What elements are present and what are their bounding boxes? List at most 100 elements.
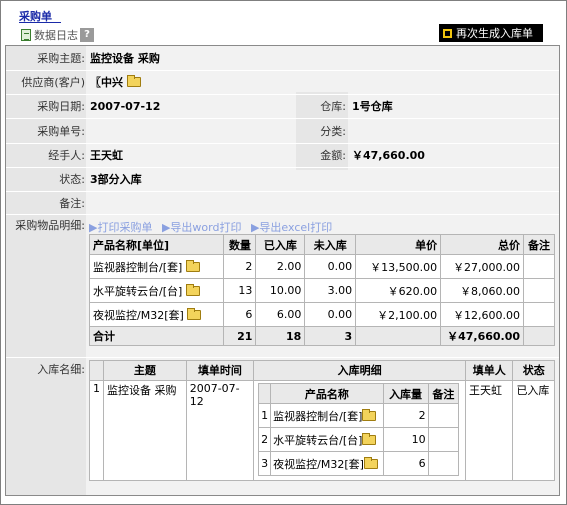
col-product: 产品名称[单位] [88, 234, 225, 255]
items-header-row: 产品名称[单位] 数量 已入库 未入库 单价 总价 备注 [88, 234, 555, 255]
regenerate-label[interactable]: 再次生成入库单 [456, 25, 533, 41]
data-log-label[interactable]: 数据日志 [34, 27, 78, 43]
print-order-link[interactable]: ▶打印采购单 [89, 221, 152, 234]
qty-cell: 6 [223, 302, 257, 327]
table-row: 监视器控制台/[套] 2 2.00 0.00 ￥13,500.00 ￥27,00… [88, 254, 555, 279]
supplier-label: 供应商(客户) [21, 76, 85, 89]
col-status: 状态 [512, 360, 555, 381]
row-divider [6, 94, 559, 95]
storage-table: 主题 填单时间 入库明细 填单人 状态 1 监控设备 采购 2007-07-12… [89, 360, 555, 481]
total-pending: 3 [304, 326, 357, 346]
product-cell[interactable]: 水平旋转云台/[台] [88, 278, 225, 303]
product-name[interactable]: 监视器控制台/[套] [93, 261, 182, 274]
supplier-value[interactable]: 〖中兴 [90, 75, 141, 90]
regenerate-stock-in-button[interactable]: 再次生成入库单 [439, 24, 543, 42]
col-subject: 主题 [103, 360, 187, 381]
remark-label: 备注: [59, 197, 85, 210]
amount-value: ￥47,660.00 [352, 149, 425, 162]
col-filler: 填单人 [465, 360, 514, 381]
total-remark [523, 326, 555, 346]
folder-icon[interactable] [187, 307, 202, 320]
export-links: ▶打印采购单 ▶导出word打印 ▶导出excel打印 [89, 219, 338, 235]
col-remark: 备注 [523, 234, 555, 255]
col-stocked: 已入库 [255, 234, 306, 255]
storage-section-label: 入库名细: [37, 363, 85, 376]
col-index [89, 360, 104, 381]
total-unit-price [355, 326, 442, 346]
detail-product[interactable]: 夜视监控/M32[套] [270, 451, 384, 476]
detail-col-remark: 备注 [427, 383, 460, 404]
row-divider [6, 118, 559, 119]
detail-qty: 10 [382, 427, 429, 452]
order-number-label: 采购单号: [37, 125, 85, 138]
export-word-link[interactable]: ▶导出word打印 [162, 221, 242, 234]
row-divider [6, 357, 559, 358]
folder-icon[interactable] [185, 259, 200, 272]
detail-index: 2 [258, 427, 272, 452]
help-icon[interactable]: ? [80, 28, 94, 42]
detail-product[interactable]: 水平旋转云台/[台] [270, 427, 384, 452]
storage-header-row: 主题 填单时间 入库明细 填单人 状态 [89, 360, 555, 381]
square-icon [443, 28, 452, 38]
total-amount: ￥47,660.00 [440, 326, 525, 346]
stocked-cell: 2.00 [255, 254, 306, 279]
detail-header-row: 产品名称 入库量 备注 [258, 383, 460, 404]
detail-col-index [258, 383, 272, 404]
detail-product-name[interactable]: 监视器控制台/[套] [273, 410, 362, 423]
purchase-date-label: 采购日期: [37, 100, 85, 113]
detail-product-name[interactable]: 夜视监控/M32[套] [273, 458, 364, 471]
table-row: 1 监控设备 采购 2007-07-12 产品名称 入库量 备注 1 监视器控制… [89, 380, 555, 481]
total-cell: ￥12,600.00 [440, 302, 525, 327]
product-name[interactable]: 夜视监控/M32[套] [93, 309, 184, 322]
remark-cell [523, 278, 555, 303]
detail-product-name[interactable]: 水平旋转云台/[台] [273, 434, 362, 447]
total-stocked: 18 [255, 326, 306, 346]
status-label: 状态: [59, 173, 85, 186]
document-icon [21, 29, 31, 41]
status-value: 3部分入库 [90, 173, 142, 186]
folder-icon[interactable] [185, 283, 200, 296]
col-stock-detail: 入库明细 [253, 360, 467, 381]
items-section-label: 采购物品明细: [15, 219, 85, 232]
handler-value: 王天虹 [90, 149, 123, 162]
warehouse-label: 仓库: [320, 100, 346, 113]
col-qty: 数量 [223, 234, 257, 255]
folder-icon[interactable] [362, 432, 377, 445]
qty-cell: 2 [223, 254, 257, 279]
top-bar: 采购单 数据日志 ? 再次生成入库单 [2, 2, 563, 42]
stock-detail-table: 产品名称 入库量 备注 1 监视器控制台/[套] 2 2 水平旋转云台/[台] … [258, 383, 460, 476]
supplier-name[interactable]: 〖中兴 [90, 76, 123, 89]
detail-product[interactable]: 监视器控制台/[套] [270, 403, 384, 428]
product-name[interactable]: 水平旋转云台/[台] [93, 285, 182, 298]
product-cell[interactable]: 监视器控制台/[套] [88, 254, 225, 279]
folder-icon[interactable] [363, 456, 378, 469]
detail-col-qty: 入库量 [382, 383, 429, 404]
folder-icon[interactable] [362, 408, 377, 421]
export-excel-link[interactable]: ▶导出excel打印 [251, 221, 332, 234]
table-row: 3 夜视监控/M32[套] 6 [258, 451, 460, 476]
pending-cell: 0.00 [304, 302, 357, 327]
detail-qty: 2 [382, 403, 429, 428]
total-cell: ￥27,000.00 [440, 254, 525, 279]
product-cell[interactable]: 夜视监控/M32[套] [88, 302, 225, 327]
record-date: 2007-07-12 [185, 380, 255, 481]
unit-price-cell: ￥13,500.00 [355, 254, 442, 279]
detail-remark [427, 451, 460, 476]
folder-icon[interactable] [126, 75, 141, 87]
row-divider [6, 143, 559, 144]
record-handler: 王天虹 [465, 380, 514, 481]
record-status: 已入库 [512, 380, 555, 481]
table-row: 2 水平旋转云台/[台] 10 [258, 427, 460, 452]
detail-remark [427, 403, 460, 428]
data-log-link[interactable]: 数据日志 ? [21, 27, 94, 43]
qty-cell: 13 [223, 278, 257, 303]
pending-cell: 3.00 [304, 278, 357, 303]
category-label: 分类: [320, 125, 346, 138]
total-qty: 21 [223, 326, 257, 346]
record-detail-cell: 产品名称 入库量 备注 1 监视器控制台/[套] 2 2 水平旋转云台/[台] … [253, 380, 467, 481]
order-detail-panel: 采购主题: 监控设备 采购 供应商(客户) 〖中兴 采购日期: 2007-07-… [5, 45, 560, 496]
row-divider [6, 70, 559, 71]
stocked-cell: 6.00 [255, 302, 306, 327]
pending-cell: 0.00 [304, 254, 357, 279]
table-row: 水平旋转云台/[台] 13 10.00 3.00 ￥620.00 ￥8,060.… [88, 278, 555, 303]
